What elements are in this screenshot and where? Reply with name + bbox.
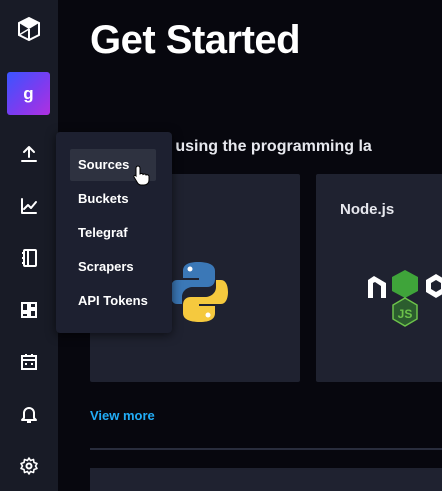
card-label-nodejs: Node.js (340, 201, 395, 218)
dashboard-icon[interactable] (17, 298, 41, 322)
page-title: Get Started (90, 18, 301, 62)
notebook-icon[interactable] (17, 246, 41, 270)
load-data-menu: Sources Buckets Telegraf Scrapers API To… (56, 132, 172, 333)
bell-icon[interactable] (17, 402, 41, 426)
section-divider (90, 448, 442, 450)
svg-text:JS: JS (398, 307, 413, 321)
view-more-link[interactable]: View more (90, 408, 155, 423)
org-avatar[interactable]: g (7, 72, 50, 115)
org-initial: g (23, 83, 34, 103)
python-logo-icon (170, 262, 228, 322)
hand-pointer-icon (133, 165, 150, 186)
calendar-icon[interactable] (17, 350, 41, 374)
nodejs-logo-icon: JS (368, 270, 442, 327)
next-section-card (90, 468, 442, 491)
menu-item-buckets[interactable]: Buckets (70, 183, 156, 215)
nodejs-card[interactable]: Node.js JS (316, 174, 442, 382)
upload-icon[interactable] (17, 142, 41, 166)
graph-icon[interactable] (17, 194, 41, 218)
influx-logo-icon[interactable] (14, 14, 44, 44)
menu-item-scrapers[interactable]: Scrapers (70, 251, 156, 283)
gear-icon[interactable] (17, 454, 41, 478)
menu-item-telegraf[interactable]: Telegraf (70, 217, 156, 249)
sidebar: g (0, 0, 58, 491)
menu-item-api-tokens[interactable]: API Tokens (70, 285, 156, 317)
